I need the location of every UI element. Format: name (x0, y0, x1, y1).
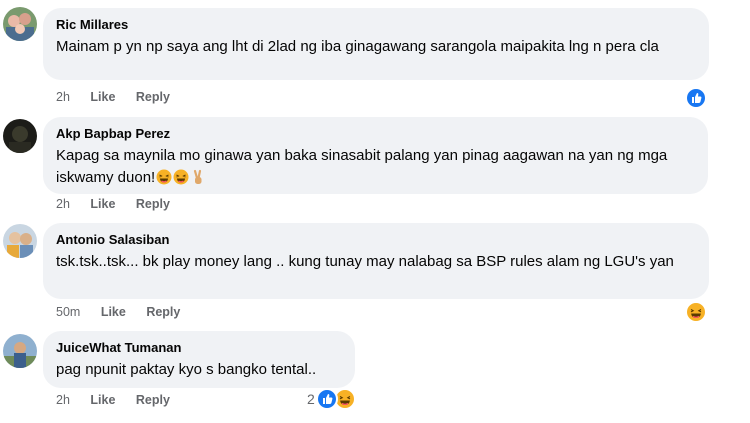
reaction-summary[interactable] (685, 87, 707, 109)
comment-author[interactable]: Ric Millares (56, 16, 697, 33)
comment-meta: 2h Like Reply (56, 392, 170, 408)
comment-feed: Ric Millares Mainam p yn np saya ang lht… (0, 0, 750, 423)
haha-reaction-icon (685, 301, 707, 323)
comment-bubble: Antonio Salasiban tsk.tsk..tsk... bk pla… (43, 223, 709, 299)
comment-text-body: Kapag sa maynila mo ginawa yan baka sina… (56, 147, 668, 186)
laughing-emoji-icon (173, 169, 189, 185)
comment-item: Akp Bapbap Perez Kapag sa maynila mo gin… (0, 110, 750, 217)
like-reaction-icon (685, 87, 707, 109)
victory-hand-emoji-icon (194, 169, 202, 184)
comment-author[interactable]: Antonio Salasiban (56, 231, 697, 248)
like-button[interactable]: Like (101, 304, 126, 320)
reaction-summary[interactable] (685, 301, 707, 323)
reaction-summary[interactable]: 2 (307, 388, 356, 410)
comment-meta: 2h Like Reply (56, 89, 170, 105)
comment-bubble: Ric Millares Mainam p yn np saya ang lht… (43, 8, 709, 80)
comment-author[interactable]: Akp Bapbap Perez (56, 125, 696, 142)
comment-item: JuiceWhat Tumanan pag npunit paktay kyo … (0, 325, 750, 423)
reply-button[interactable]: Reply (136, 89, 170, 105)
comment-bubble: JuiceWhat Tumanan pag npunit paktay kyo … (43, 331, 355, 388)
avatar[interactable] (3, 224, 37, 258)
avatar[interactable] (3, 119, 37, 153)
like-button[interactable]: Like (90, 196, 115, 212)
comment-time[interactable]: 2h (56, 89, 70, 105)
comment-time[interactable]: 50m (56, 304, 80, 320)
comment-text: tsk.tsk..tsk... bk play money lang .. ku… (56, 253, 674, 270)
comment-item: Antonio Salasiban tsk.tsk..tsk... bk pla… (0, 217, 750, 325)
comment-bubble: Akp Bapbap Perez Kapag sa maynila mo gin… (43, 117, 708, 194)
like-reaction-icon (315, 388, 338, 410)
reply-button[interactable]: Reply (136, 392, 170, 408)
comment-text: pag npunit paktay kyo s bangko tental.. (56, 361, 317, 378)
comment-item: Ric Millares Mainam p yn np saya ang lht… (0, 0, 750, 110)
comment-author[interactable]: JuiceWhat Tumanan (56, 339, 343, 356)
reply-button[interactable]: Reply (136, 196, 170, 212)
comment-meta: 2h Like Reply (56, 196, 170, 212)
like-button[interactable]: Like (90, 392, 115, 408)
comment-time[interactable]: 2h (56, 196, 70, 212)
like-button[interactable]: Like (90, 89, 115, 105)
avatar[interactable] (3, 7, 37, 41)
comment-meta: 50m Like Reply (56, 304, 180, 320)
laughing-emoji-icon (156, 169, 172, 185)
reaction-count: 2 (307, 391, 315, 407)
reply-button[interactable]: Reply (146, 304, 180, 320)
avatar[interactable] (3, 334, 37, 368)
comment-text: Mainam p yn np saya ang lht di 2lad ng i… (56, 38, 659, 55)
comment-time[interactable]: 2h (56, 392, 70, 408)
comment-text: Kapag sa maynila mo ginawa yan baka sina… (56, 145, 696, 189)
